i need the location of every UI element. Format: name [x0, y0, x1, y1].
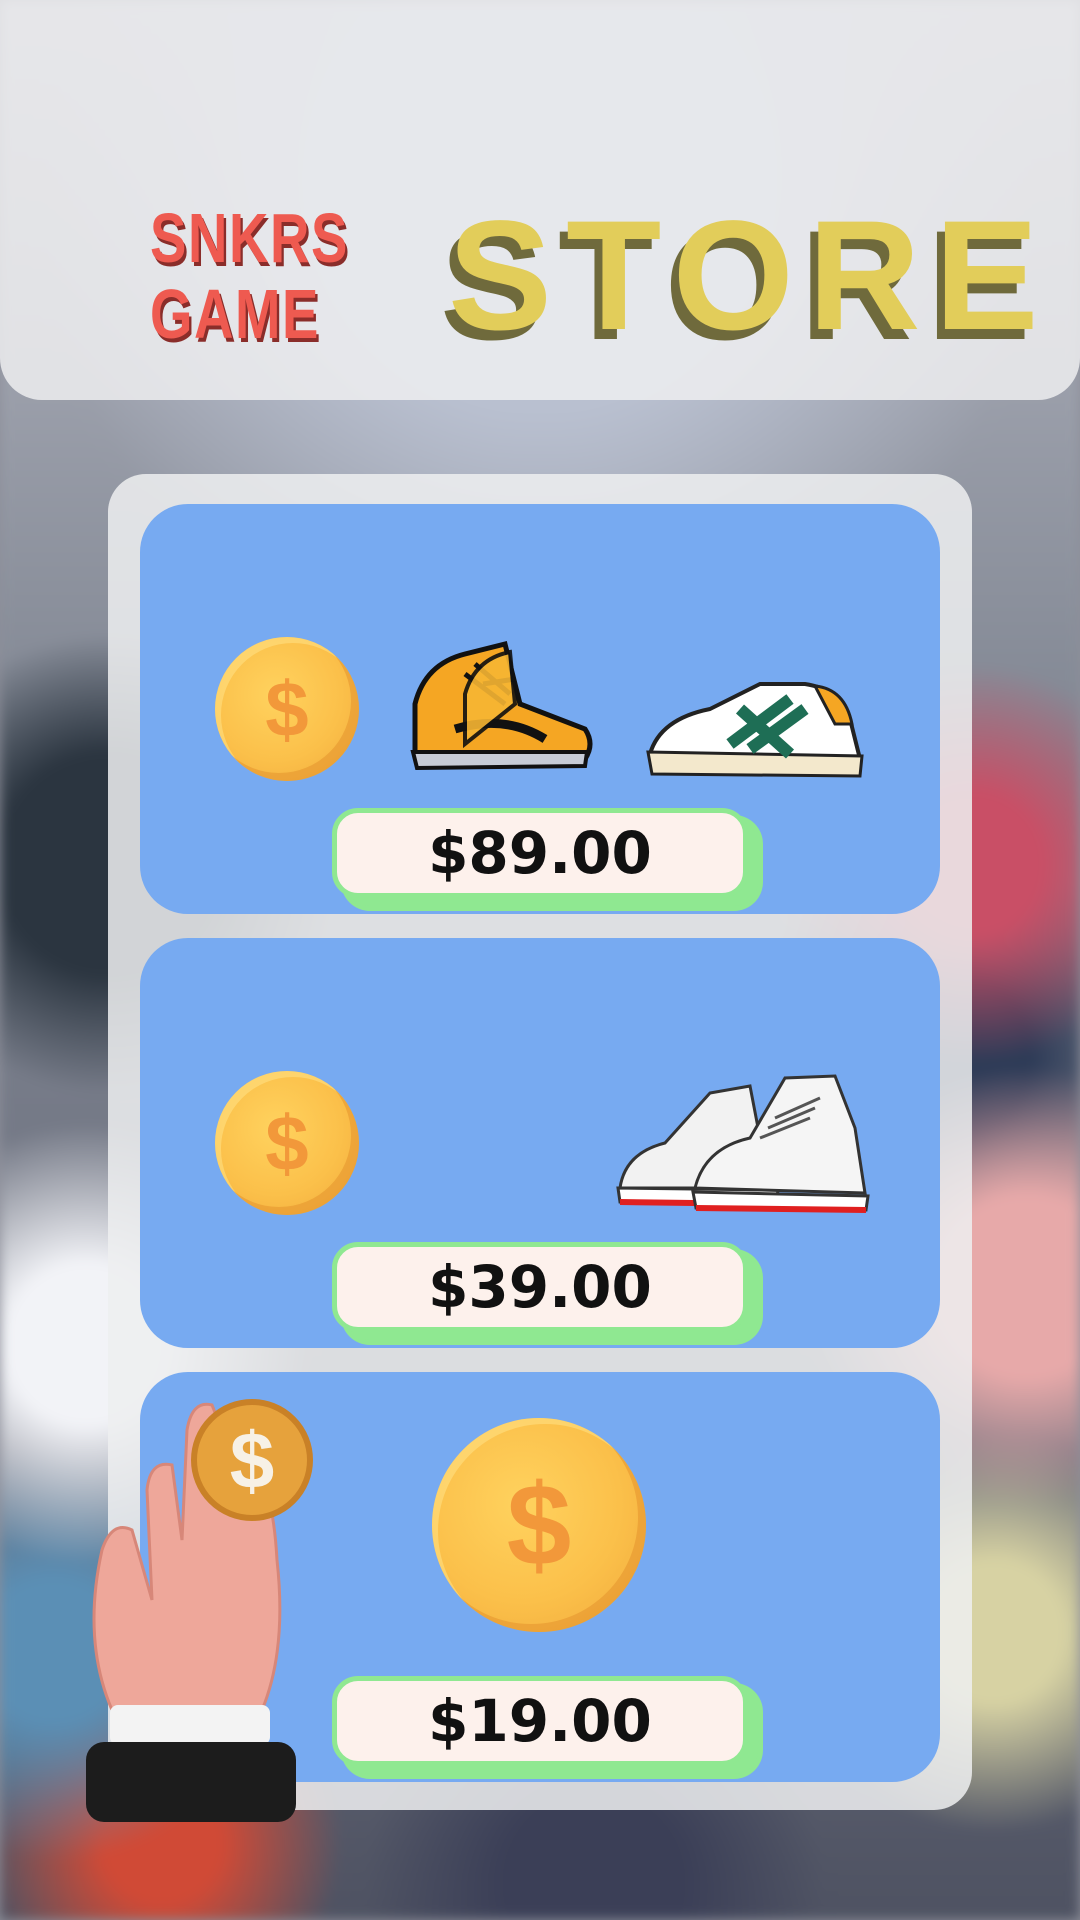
- coin-icon: $: [432, 1418, 646, 1632]
- white-high-top-sneakers-icon: [616, 1074, 870, 1213]
- white-green-low-sneaker-icon: [646, 682, 864, 778]
- product-card-2[interactable]: $ $39.00: [140, 938, 940, 1348]
- page-title: STORE: [448, 189, 1053, 363]
- price-button[interactable]: $39.00: [332, 1242, 748, 1332]
- header: SNKRS GAME STORE: [0, 0, 1080, 400]
- logo-line-1: SNKRS: [150, 199, 349, 277]
- coin-icon: $: [215, 1071, 359, 1215]
- yellow-high-top-sneaker-icon: [410, 640, 593, 771]
- snkrs-game-logo: SNKRS GAME: [150, 199, 349, 353]
- product-card-1[interactable]: $ $89.00: [140, 504, 940, 914]
- price-button[interactable]: $19.00: [332, 1676, 748, 1766]
- logo-line-2: GAME: [150, 275, 321, 353]
- svg-text:$: $: [230, 1416, 275, 1505]
- hand-holding-coin-icon: $: [86, 1399, 313, 1822]
- price-button[interactable]: $89.00: [332, 808, 748, 898]
- coin-icon: $: [215, 637, 359, 781]
